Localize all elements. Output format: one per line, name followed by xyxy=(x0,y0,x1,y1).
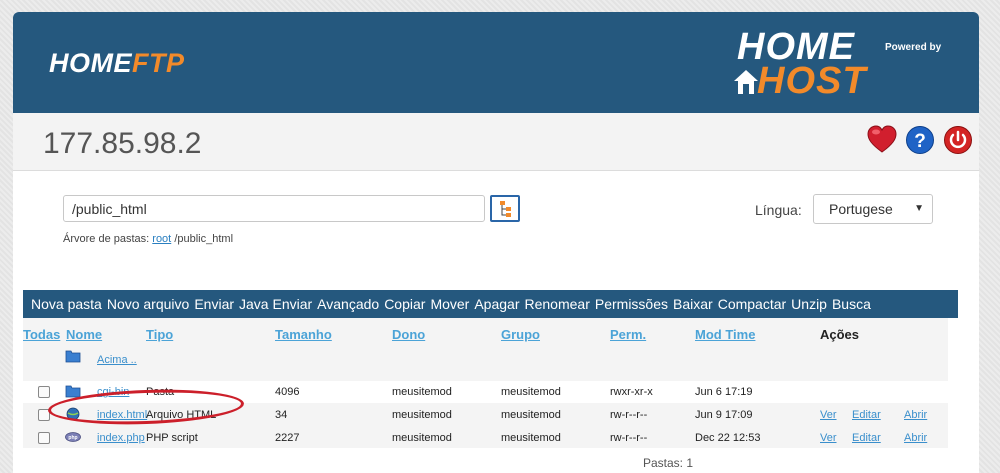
toolbar-compress[interactable]: Compactar xyxy=(718,296,786,312)
file-type: Pasta xyxy=(146,386,175,398)
folder-icon xyxy=(65,385,81,398)
open-link[interactable]: Abrir xyxy=(904,409,927,421)
php-file-icon: php xyxy=(65,432,81,442)
open-link[interactable]: Abrir xyxy=(904,432,927,444)
file-type: Arquivo HTML xyxy=(146,409,217,421)
column-group[interactable]: Grupo xyxy=(501,327,540,342)
brand-host-text: HOST xyxy=(757,60,867,102)
column-name[interactable]: Nome xyxy=(66,327,102,342)
file-owner: meusitemod xyxy=(392,386,452,398)
file-mtime: Dec 22 12:53 xyxy=(695,432,761,444)
toolbar-unzip[interactable]: Unzip xyxy=(791,296,827,312)
file-list: Todas Nome Tipo Tamanho Dono Grupo Perm.… xyxy=(23,318,948,448)
toolbar-new-folder[interactable]: Nova pasta xyxy=(31,296,102,312)
toolbar-new-file[interactable]: Novo arquivo xyxy=(107,296,190,312)
toolbar-java-upload[interactable]: Java Enviar xyxy=(239,296,312,312)
view-link[interactable]: Ver xyxy=(820,432,837,444)
toolbar-search[interactable]: Busca xyxy=(832,296,871,312)
column-type[interactable]: Tipo xyxy=(146,327,173,342)
house-icon xyxy=(734,70,758,94)
homeftp-logo[interactable]: HOMEFTP xyxy=(49,48,185,79)
toolbar-advanced[interactable]: Avançado xyxy=(317,296,379,312)
help-icon[interactable]: ? xyxy=(905,125,935,155)
file-perm: rw-r--r-- xyxy=(610,409,648,421)
heart-icon[interactable] xyxy=(867,125,897,155)
svg-text:?: ? xyxy=(914,131,926,152)
file-group: meusitemod xyxy=(501,409,561,421)
file-mtime: Jun 6 17:19 xyxy=(695,386,753,398)
homehost-brand: HOME Powered by HOST xyxy=(733,26,953,102)
tree-label: Árvore de pastas: xyxy=(63,233,150,245)
html-file-icon xyxy=(66,407,80,421)
toolbar-upload[interactable]: Enviar xyxy=(194,296,234,312)
table-row: cgi-bin Pasta 4096 meusitemod meusitemod… xyxy=(23,381,948,403)
column-mtime[interactable]: Mod Time xyxy=(695,327,755,342)
column-perm[interactable]: Perm. xyxy=(610,327,646,342)
file-owner: meusitemod xyxy=(392,409,452,421)
row-checkbox[interactable] xyxy=(38,432,50,444)
file-size: 2227 xyxy=(275,432,300,444)
file-size: 4096 xyxy=(275,386,300,398)
server-bar: 177.85.98.2 ? xyxy=(13,113,979,171)
file-group: meusitemod xyxy=(501,386,561,398)
language-label: Língua: xyxy=(755,202,802,218)
edit-link[interactable]: Editar xyxy=(852,409,881,421)
path-input[interactable] xyxy=(63,195,485,222)
server-ip: 177.85.98.2 xyxy=(43,127,202,160)
file-name-link[interactable]: index.html xyxy=(97,409,147,421)
tree-path-rest: /public_html xyxy=(174,233,234,245)
view-link[interactable]: Ver xyxy=(820,409,837,421)
table-row: index.html Arquivo HTML 34 meusitemod me… xyxy=(23,404,948,426)
up-link[interactable]: Acima .. xyxy=(97,354,137,366)
dropdown-arrow-icon: ▼ xyxy=(914,203,924,214)
column-owner[interactable]: Dono xyxy=(392,327,425,342)
toolbar-download[interactable]: Baixar xyxy=(673,296,713,312)
toolbar-move[interactable]: Mover xyxy=(430,296,469,312)
logo-ftp-text: FTP xyxy=(132,48,185,78)
table-row: php index.php PHP script 2227 meusitemod… xyxy=(23,427,948,449)
file-mtime: Jun 9 17:09 xyxy=(695,409,753,421)
file-size: 34 xyxy=(275,409,288,421)
column-actions: Ações xyxy=(820,327,860,342)
up-row: Acima .. xyxy=(23,346,948,368)
action-toolbar: Nova pasta Novo arquivo Enviar Java Envi… xyxy=(23,290,958,318)
file-group: meusitemod xyxy=(501,432,561,444)
tree-root-link[interactable]: root xyxy=(152,233,171,245)
toolbar-rename[interactable]: Renomear xyxy=(525,296,590,312)
brand-powered-text: Powered by xyxy=(885,42,942,53)
toolbar-permissions[interactable]: Permissões xyxy=(595,296,668,312)
column-size[interactable]: Tamanho xyxy=(275,327,332,342)
tree-button[interactable] xyxy=(490,195,520,222)
folder-icon xyxy=(65,350,81,363)
folder-tree-caption: Árvore de pastas: root /public_html xyxy=(63,233,233,245)
file-owner: meusitemod xyxy=(392,432,452,444)
header-bar: HOMEFTP HOME Powered by HOST xyxy=(13,12,979,113)
svg-text:php: php xyxy=(68,435,77,441)
toolbar-delete[interactable]: Apagar xyxy=(474,296,519,312)
file-type: PHP script xyxy=(146,432,198,444)
file-name-link[interactable]: index.php xyxy=(97,432,145,444)
row-checkbox[interactable] xyxy=(38,386,50,398)
file-name-link[interactable]: cgi-bin xyxy=(97,386,129,398)
folder-count: Pastas: 1 xyxy=(643,456,694,470)
folder-tree-icon xyxy=(500,201,511,217)
file-perm: rw-r--r-- xyxy=(610,432,648,444)
edit-link[interactable]: Editar xyxy=(852,432,881,444)
toolbar-copy[interactable]: Copiar xyxy=(384,296,425,312)
language-select[interactable]: Portugese ▼ xyxy=(813,194,933,224)
app-frame: HOMEFTP HOME Powered by HOST 177.85.98.2… xyxy=(13,12,979,473)
top-icons: ? xyxy=(867,125,973,155)
file-perm: rwxr-xr-x xyxy=(610,386,653,398)
power-icon[interactable] xyxy=(943,125,973,155)
logo-home-text: HOME xyxy=(49,48,132,78)
column-all[interactable]: Todas xyxy=(23,327,60,342)
language-selected: Portugese xyxy=(829,201,893,217)
row-checkbox[interactable] xyxy=(38,409,50,421)
